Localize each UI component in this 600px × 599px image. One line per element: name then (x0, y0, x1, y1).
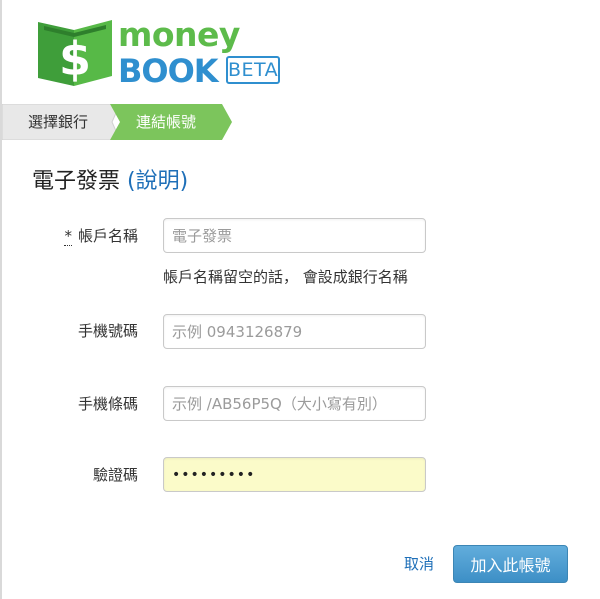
account-name-label: * 帳戶名稱 (64, 226, 138, 246)
step-link-account: 連結帳號 (136, 113, 197, 131)
account-name-hint: 帳戶名稱留空的話， 會設成銀行名稱 (163, 268, 408, 286)
phone-barcode-label: 手機條碼 (77, 395, 138, 413)
verification-code-label: 驗證碼 (92, 466, 138, 484)
phone-number-input[interactable] (163, 314, 426, 349)
step-indicator: 選擇銀行 連結帳號 (2, 104, 242, 140)
cancel-link[interactable]: 取消 (404, 554, 434, 574)
logo-word-book: BOOK (118, 52, 219, 90)
svg-text:$: $ (59, 32, 91, 86)
dollar-book-icon: $ (38, 20, 112, 86)
beta-badge: BETA (226, 56, 280, 84)
page-title: 電子發票 (說明) (32, 166, 188, 198)
phone-barcode-input[interactable] (163, 386, 426, 421)
verification-code-input[interactable] (163, 457, 426, 492)
help-link[interactable]: (說明) (127, 169, 188, 194)
account-name-input[interactable] (163, 218, 426, 253)
phone-number-label: 手機號碼 (77, 322, 138, 340)
step-select-bank[interactable]: 選擇銀行 (28, 104, 88, 140)
page-left-border (0, 0, 2, 599)
logo-word-money: money (118, 15, 240, 54)
required-marker: * (64, 227, 72, 246)
moneybook-logo[interactable]: $ money BOOK BETA (36, 14, 296, 88)
add-account-button[interactable]: 加入此帳號 (453, 545, 568, 583)
page-title-text: 電子發票 (32, 169, 121, 194)
account-name-label-text: 帳戶名稱 (77, 227, 138, 245)
